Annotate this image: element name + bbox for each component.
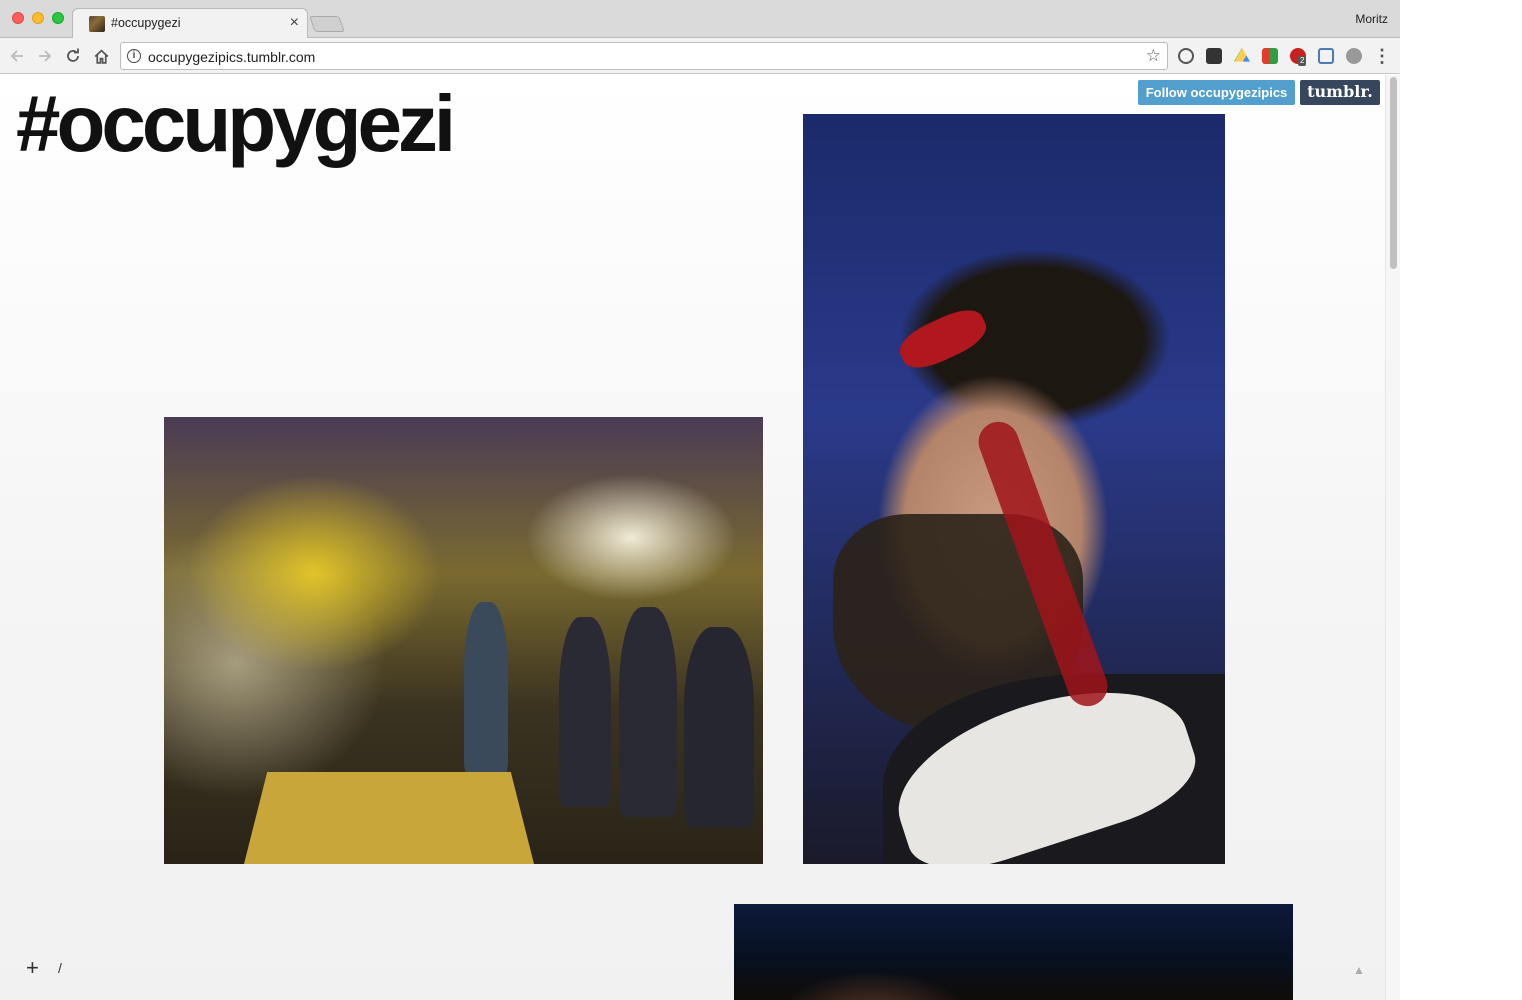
arrow-right-icon [39, 50, 52, 62]
close-window-button[interactable] [12, 12, 24, 24]
scroll-to-top-icon[interactable]: ▲ [1353, 963, 1365, 977]
tab-occupygezi[interactable]: #occupygezi × [72, 8, 308, 39]
new-tab-button[interactable] [309, 16, 345, 32]
check-circle-extension-icon[interactable] [1346, 48, 1362, 64]
browser-toolbar: i occupygezipics.tumblr.com ☆ 2 ⋮ [0, 38, 1400, 74]
sync-extension-icon[interactable] [1178, 48, 1194, 64]
back-button[interactable] [6, 45, 28, 67]
tumblr-logo-button[interactable]: tumblr. [1300, 80, 1380, 105]
profile-name[interactable]: Moritz [1355, 12, 1388, 26]
checkmark-extension-icon[interactable] [1206, 48, 1222, 64]
reload-icon [67, 48, 79, 62]
drive-extension-icon[interactable] [1234, 48, 1250, 62]
info-icon[interactable]: i [127, 49, 141, 63]
favicon-icon [89, 16, 105, 32]
photo-detail [619, 607, 677, 817]
address-bar[interactable]: i occupygezipics.tumblr.com ☆ [120, 42, 1168, 70]
reload-button[interactable] [62, 45, 84, 67]
browser-menu-button[interactable]: ⋮ [1371, 45, 1393, 67]
follow-button[interactable]: Follow occupygezipics [1138, 80, 1295, 105]
plus-icon[interactable]: + [26, 955, 39, 981]
tab-close-icon[interactable]: × [290, 14, 299, 32]
photo-detail [464, 602, 508, 777]
photo-detail [559, 617, 611, 807]
download-extension-icon[interactable] [1262, 48, 1278, 64]
screen-capture-extension-icon[interactable] [1318, 48, 1334, 64]
home-button[interactable] [90, 45, 112, 67]
post-photo-injured-man[interactable] [803, 114, 1225, 864]
photo-detail [244, 772, 534, 864]
url-text[interactable]: occupygezipics.tumblr.com [148, 49, 315, 65]
photo-detail [893, 301, 993, 377]
adblock-extension-icon[interactable]: 2 [1290, 48, 1307, 66]
tab-title: #occupygezi [111, 16, 181, 30]
forward-button[interactable] [34, 45, 56, 67]
arrow-left-icon [10, 50, 23, 62]
scrollbar[interactable] [1385, 75, 1400, 1000]
scrollbar-thumb[interactable] [1390, 77, 1397, 269]
desktop-background [1400, 0, 1522, 1000]
photo-detail [684, 627, 754, 827]
page-content: #occupygezi Follow occupygezipics tumblr… [0, 75, 1385, 1000]
blog-title[interactable]: #occupygezi [16, 79, 456, 169]
slash-separator: / [58, 960, 62, 976]
home-icon [94, 49, 108, 64]
kebab-menu-icon: ⋮ [1373, 45, 1391, 66]
extension-badge: 2 [1298, 56, 1307, 66]
post-photo-night[interactable] [734, 904, 1293, 1000]
title-bar: #occupygezi × Moritz [0, 0, 1400, 39]
star-icon[interactable]: ☆ [1146, 46, 1161, 66]
zoom-window-button[interactable] [52, 12, 64, 24]
minimize-window-button[interactable] [32, 12, 44, 24]
post-photo-protest[interactable] [164, 417, 763, 864]
browser-window: #occupygezi × Moritz i occupygezipics.tu… [0, 0, 1400, 1000]
